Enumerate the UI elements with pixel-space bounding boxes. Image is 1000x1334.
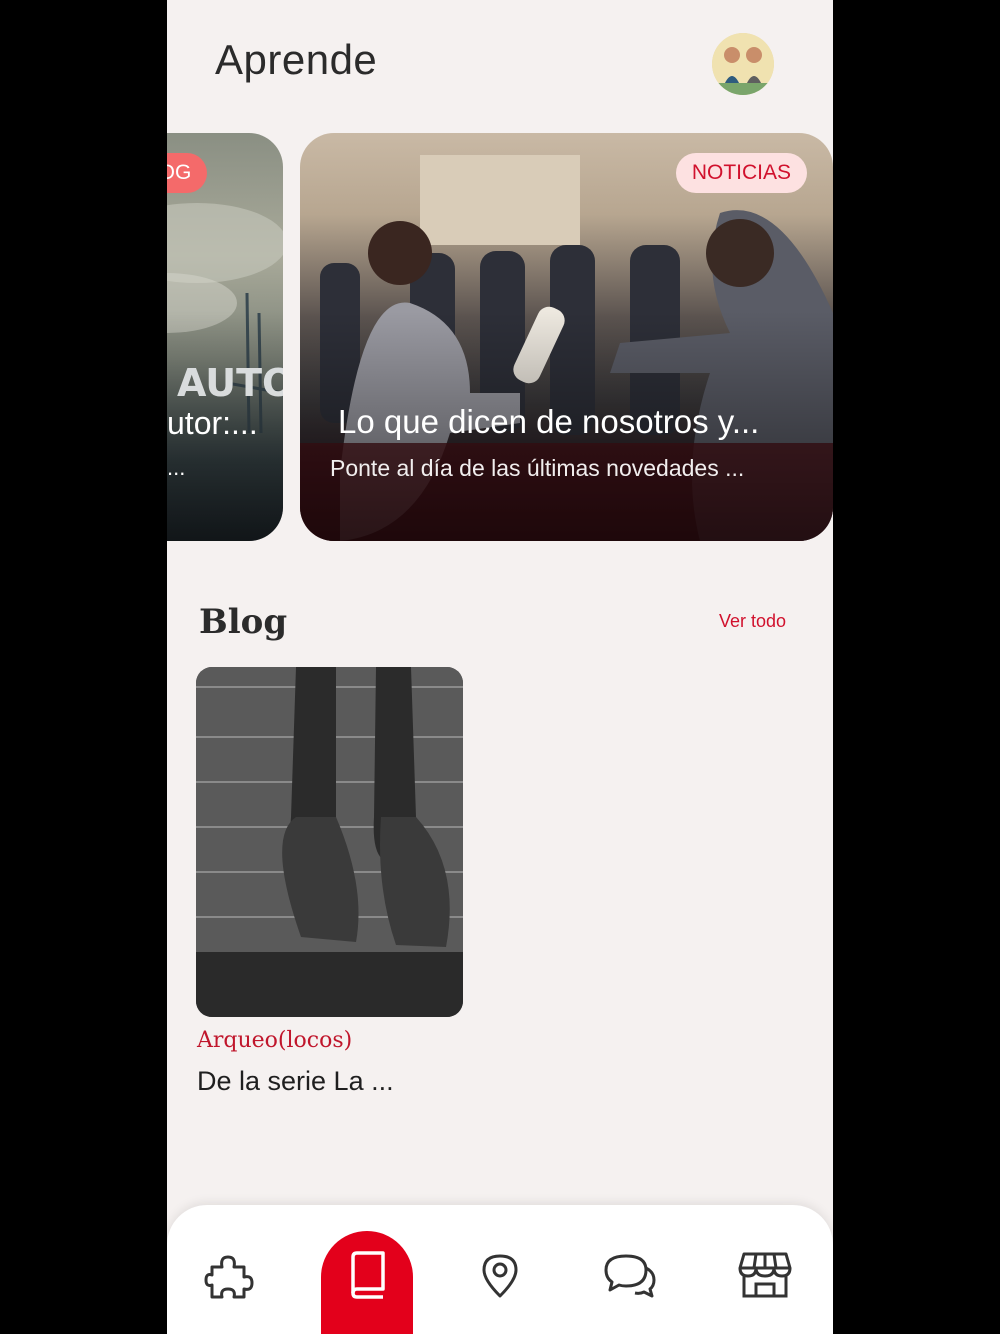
book-icon	[351, 1251, 385, 1299]
nav-map[interactable]	[472, 1247, 528, 1303]
blog-title[interactable]: De la serie La ...	[197, 1066, 394, 1097]
app-screen: Aprende BLOG AUTO utor:... ...	[167, 0, 833, 1334]
card-title: utor:...	[167, 405, 258, 441]
see-all-link[interactable]: Ver todo	[719, 611, 786, 632]
card-overlay-word: AUTO	[177, 361, 283, 405]
chat-icon	[604, 1254, 656, 1298]
nav-learn[interactable]	[339, 1247, 395, 1303]
nav-puzzle[interactable]	[202, 1247, 258, 1303]
blog-category: Arqueo(locos)	[197, 1028, 353, 1053]
carousel-card-blog[interactable]: BLOG AUTO utor:... ...	[167, 133, 283, 541]
blog-card-image[interactable]	[196, 667, 463, 1017]
nav-store[interactable]	[737, 1247, 793, 1303]
bottom-navigation	[167, 1205, 833, 1334]
avatar[interactable]	[712, 33, 774, 95]
avatar-image	[712, 33, 774, 95]
card-title: Lo que dicen de nosotros y...	[338, 403, 760, 440]
location-pin-icon	[482, 1254, 518, 1298]
blog-image	[196, 667, 463, 1017]
nav-chat[interactable]	[602, 1247, 658, 1303]
store-icon	[738, 1252, 792, 1298]
card-subtitle: ...	[167, 455, 186, 480]
page-title: Aprende	[215, 36, 378, 83]
section-title-blog: Blog	[199, 602, 288, 642]
puzzle-icon	[204, 1255, 254, 1299]
carousel-card-noticias[interactable]: NOTICIAS Lo que dicen de nosotros y... P…	[300, 133, 833, 541]
card-subtitle: Ponte al día de las últimas novedades ..…	[330, 455, 745, 481]
tag-noticias: NOTICIAS	[675, 153, 807, 193]
